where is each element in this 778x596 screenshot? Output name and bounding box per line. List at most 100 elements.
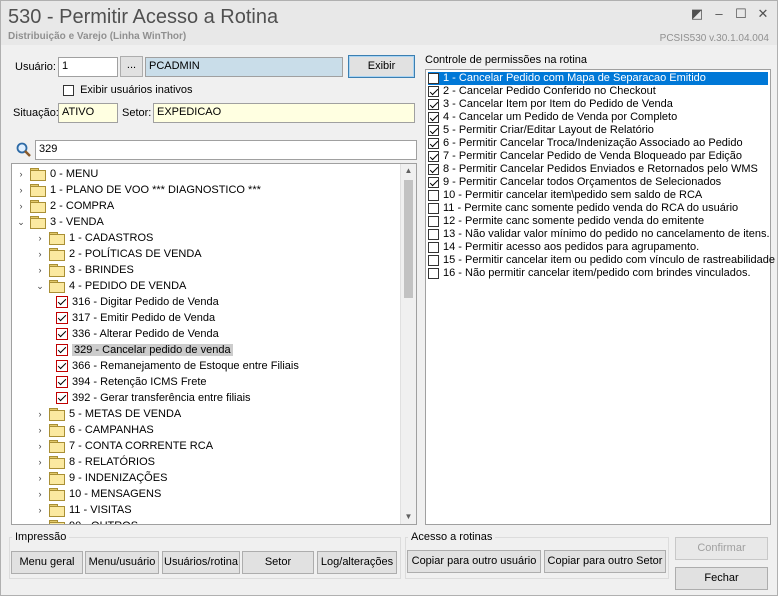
- routine-checkbox[interactable]: [56, 312, 68, 325]
- expand-arrow-icon[interactable]: ›: [16, 182, 26, 198]
- expand-arrow-icon[interactable]: ›: [35, 406, 45, 422]
- permission-item[interactable]: 7 - Permitir Cancelar Pedido de Venda Bl…: [428, 150, 742, 163]
- tree-folder-item[interactable]: › 90 - OUTROS: [35, 518, 138, 524]
- routine-checkbox[interactable]: [56, 328, 68, 341]
- tree-folder-item[interactable]: › 6 - CAMPANHAS: [35, 422, 154, 438]
- copy-user-button[interactable]: Copiar para outro usuário: [407, 550, 541, 573]
- expand-arrow-icon[interactable]: ›: [35, 262, 45, 278]
- collapse-arrow-icon[interactable]: ⌄: [35, 278, 45, 294]
- fechar-button[interactable]: Fechar: [675, 567, 768, 590]
- tree-folder-item[interactable]: › 9 - INDENIZAÇÕES: [35, 470, 167, 486]
- permission-checkbox[interactable]: [428, 137, 439, 149]
- expand-arrow-icon[interactable]: ›: [35, 438, 45, 454]
- permission-checkbox[interactable]: [428, 176, 439, 188]
- permission-checkbox[interactable]: [428, 72, 439, 84]
- permission-checkbox[interactable]: [428, 189, 439, 201]
- tree-routine-item[interactable]: 394 - Retenção ICMS Frete: [54, 374, 207, 390]
- permission-item[interactable]: 13 - Não validar valor mínimo do pedido …: [428, 228, 770, 241]
- lookup-button[interactable]: ...: [120, 56, 143, 77]
- expand-arrow-icon[interactable]: ›: [35, 502, 45, 518]
- tree-routine-item[interactable]: 316 - Digitar Pedido de Venda: [54, 294, 219, 310]
- permission-checkbox[interactable]: [428, 202, 439, 214]
- permission-checkbox[interactable]: [428, 241, 439, 253]
- tree-folder-item[interactable]: › 3 - BRINDES: [35, 262, 134, 278]
- tree-folder-item[interactable]: › 11 - VISITAS: [35, 502, 132, 518]
- usuario-code-input[interactable]: 1: [58, 57, 118, 77]
- expand-arrow-icon[interactable]: ›: [35, 230, 45, 246]
- permission-checkbox[interactable]: [428, 228, 439, 240]
- routine-checkbox[interactable]: [56, 360, 68, 373]
- tree-folder-item[interactable]: › 7 - CONTA CORRENTE RCA: [35, 438, 213, 454]
- permission-item[interactable]: 16 - Não permitir cancelar item/pedido c…: [428, 267, 751, 280]
- tree-routine-item[interactable]: 329 - Cancelar pedido de venda: [54, 342, 233, 358]
- permission-item[interactable]: 8 - Permitir Cancelar Pedidos Enviados e…: [428, 163, 758, 176]
- routine-checkbox[interactable]: [56, 392, 68, 405]
- permission-checkbox[interactable]: [428, 111, 439, 123]
- permission-item[interactable]: 5 - Permitir Criar/Editar Layout de Rela…: [428, 124, 654, 137]
- tree-folder-item[interactable]: ⌄ 3 - VENDA: [16, 214, 104, 230]
- routine-checkbox[interactable]: [56, 296, 68, 309]
- minimize-icon[interactable]: –: [711, 7, 727, 21]
- exibir-button[interactable]: Exibir: [348, 55, 415, 78]
- log-alteracoes-button[interactable]: Log/alterações: [317, 551, 397, 574]
- permission-item[interactable]: 2 - Cancelar Pedido Conferido no Checkou…: [428, 85, 656, 98]
- routine-checkbox[interactable]: [56, 376, 68, 389]
- maximize-icon[interactable]: ☐: [733, 7, 749, 21]
- expand-arrow-icon[interactable]: ›: [35, 454, 45, 470]
- usuarios-rotina-button[interactable]: Usuários/rotina: [162, 551, 240, 574]
- permission-item[interactable]: 10 - Permitir cancelar item\pedido sem s…: [428, 189, 702, 202]
- tree-routine-item[interactable]: 336 - Alterar Pedido de Venda: [54, 326, 219, 342]
- permission-item[interactable]: 1 - Cancelar Pedido com Mapa de Separaca…: [428, 72, 768, 85]
- permission-item[interactable]: 12 - Permite canc somente pedido venda d…: [428, 215, 704, 228]
- permission-checkbox[interactable]: [428, 124, 439, 136]
- collapse-arrow-icon[interactable]: ⌄: [16, 214, 26, 230]
- permission-checkbox[interactable]: [428, 215, 439, 227]
- permission-checkbox[interactable]: [428, 163, 439, 175]
- scroll-up-icon[interactable]: ▲: [401, 164, 416, 178]
- permission-checkbox[interactable]: [428, 254, 439, 266]
- tree-routine-item[interactable]: 317 - Emitir Pedido de Venda: [54, 310, 215, 326]
- scroll-thumb[interactable]: [404, 180, 413, 298]
- expand-arrow-icon[interactable]: ›: [35, 470, 45, 486]
- expand-arrow-icon[interactable]: ›: [35, 518, 45, 524]
- edit-icon[interactable]: ◩: [689, 7, 705, 21]
- permission-item[interactable]: 14 - Permitir acesso aos pedidos para ag…: [428, 241, 699, 254]
- permission-checkbox[interactable]: [428, 98, 439, 110]
- tree-folder-item[interactable]: ⌄ 4 - PEDIDO DE VENDA: [35, 278, 186, 294]
- tree-folder-item[interactable]: › 1 - CADASTROS: [35, 230, 153, 246]
- routine-tree[interactable]: › 0 - MENU › 1 - PLANO DE VOO *** DIAGNOSTI…: [11, 163, 417, 525]
- permissions-list[interactable]: 1 - Cancelar Pedido com Mapa de Separaca…: [425, 69, 775, 525]
- tree-folder-item[interactable]: › 5 - METAS DE VENDA: [35, 406, 181, 422]
- tree-scrollbar[interactable]: ▲ ▼: [400, 164, 416, 524]
- copy-setor-button[interactable]: Copiar para outro Setor: [544, 550, 666, 573]
- tree-folder-item[interactable]: › 0 - MENU: [16, 166, 98, 182]
- tree-folder-item[interactable]: › 2 - COMPRA: [16, 198, 114, 214]
- permission-checkbox[interactable]: [428, 150, 439, 162]
- expand-arrow-icon[interactable]: ›: [16, 198, 26, 214]
- permission-item[interactable]: 4 - Cancelar um Pedido de Venda por Comp…: [428, 111, 677, 124]
- search-input[interactable]: 329: [35, 140, 417, 160]
- scroll-down-icon[interactable]: ▼: [401, 510, 416, 524]
- tree-folder-item[interactable]: › 2 - POLÍTICAS DE VENDA: [35, 246, 202, 262]
- expand-arrow-icon[interactable]: ›: [35, 422, 45, 438]
- tree-folder-item[interactable]: › 1 - PLANO DE VOO *** DIAGNOSTICO ***: [16, 182, 261, 198]
- expand-arrow-icon[interactable]: ›: [35, 486, 45, 502]
- permission-item[interactable]: 3 - Cancelar Item por Item do Pedido de …: [428, 98, 673, 111]
- close-icon[interactable]: ✕: [755, 7, 771, 21]
- confirmar-button[interactable]: Confirmar: [675, 537, 768, 560]
- menu-usuario-button[interactable]: Menu/usuário: [85, 551, 159, 574]
- permission-item[interactable]: 15 - Permitir cancelar item ou pedido co…: [428, 254, 775, 267]
- menu-geral-button[interactable]: Menu geral: [11, 551, 83, 574]
- permission-item[interactable]: 11 - Permite canc somente pedido venda d…: [428, 202, 738, 215]
- expand-arrow-icon[interactable]: ›: [35, 246, 45, 262]
- permission-checkbox[interactable]: [428, 267, 439, 279]
- expand-arrow-icon[interactable]: ›: [16, 166, 26, 182]
- setor-button[interactable]: Setor: [242, 551, 314, 574]
- permission-item[interactable]: 6 - Permitir Cancelar Troca/Indenização …: [428, 137, 743, 150]
- checkbox-box[interactable]: [63, 84, 74, 96]
- tree-routine-item[interactable]: 392 - Gerar transferência entre filiais: [54, 390, 251, 406]
- tree-folder-item[interactable]: › 10 - MENSAGENS: [35, 486, 161, 502]
- permission-item[interactable]: 9 - Permitir Cancelar todos Orçamentos d…: [428, 176, 721, 189]
- tree-routine-item[interactable]: 366 - Remanejamento de Estoque entre Fil…: [54, 358, 299, 374]
- routine-checkbox[interactable]: [56, 344, 68, 357]
